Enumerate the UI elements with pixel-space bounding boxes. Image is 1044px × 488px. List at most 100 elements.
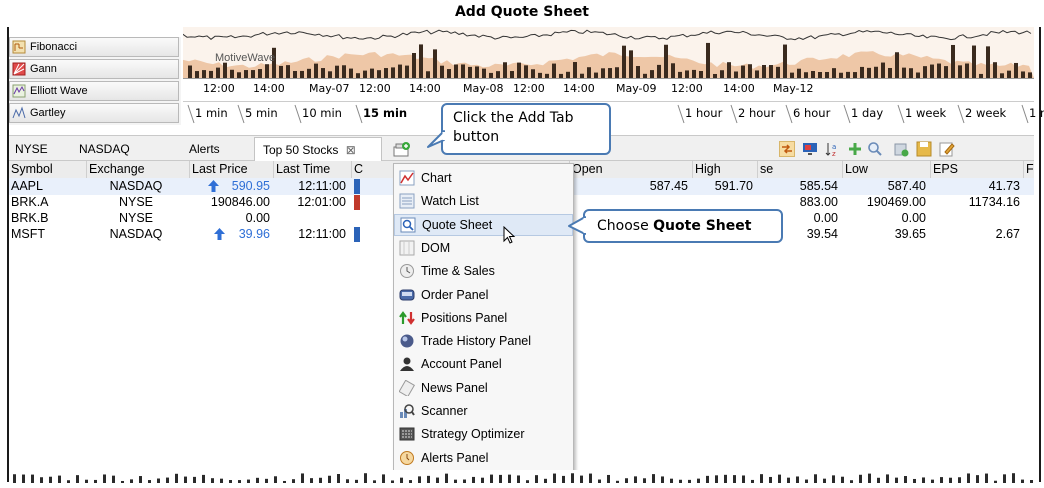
chart-watermark: MotiveWave: [215, 52, 276, 64]
bottom-bar: [940, 477, 943, 483]
study-item-gann[interactable]: Gann: [9, 59, 179, 79]
menu-item-order-panel[interactable]: Order Panel: [394, 284, 573, 306]
save-icon[interactable]: [916, 141, 932, 157]
timeframe-10-min[interactable]: 10 min: [302, 106, 342, 120]
menu-item-scanner[interactable]: Scanner: [394, 400, 573, 422]
menu-item-news-panel[interactable]: News Panel: [394, 377, 573, 399]
tab-nyse[interactable]: NYSE: [15, 142, 48, 156]
bottom-bar: [634, 476, 637, 483]
bottom-bar: [310, 478, 313, 483]
volume-bar: [482, 68, 486, 78]
volume-bar: [188, 65, 192, 78]
search-icon[interactable]: [867, 141, 883, 157]
mouse-cursor-icon: [503, 226, 516, 244]
volume-bar: [265, 64, 269, 78]
timeframe-1-min[interactable]: 1 min: [195, 106, 228, 120]
column-header[interactable]: Symbol: [11, 162, 53, 176]
volume-bar: [412, 52, 416, 78]
column-divider: [351, 161, 352, 178]
sort-icon[interactable]: az: [824, 141, 840, 158]
dom-icon: [399, 240, 415, 256]
study-item-fibonacci[interactable]: Fibonacci: [9, 37, 179, 57]
edit-icon[interactable]: [939, 141, 955, 157]
volume-bar: [384, 68, 388, 78]
menu-item-account-panel[interactable]: Account Panel: [394, 353, 573, 375]
menu-item-trade-history-panel[interactable]: Trade History Panel: [394, 330, 573, 352]
menu-item-positions-panel[interactable]: Positions Panel: [394, 307, 573, 329]
bottom-bar: [319, 477, 322, 483]
timeframe-2-hour[interactable]: 2 hour: [738, 106, 775, 120]
volume-bar: [944, 66, 948, 78]
menu-item-chart[interactable]: Chart: [394, 167, 573, 189]
tab-alerts[interactable]: Alerts: [189, 142, 220, 156]
menu-item-alerts-panel[interactable]: Alerts Panel: [394, 447, 573, 469]
column-header[interactable]: Low: [845, 162, 868, 176]
callout-choose-bold: Quote Sheet: [653, 218, 752, 234]
column-header[interactable]: High: [695, 162, 721, 176]
menu-item-strategy-optimizer[interactable]: Strategy Optimizer: [394, 423, 573, 445]
volume-bar: [468, 66, 472, 78]
timeframe-separator: [294, 104, 302, 124]
timeframe-1-hour[interactable]: 1 hour: [685, 106, 722, 120]
menu-item-label: News Panel: [421, 380, 488, 395]
mini-chart[interactable]: MotiveWave: [183, 27, 1034, 78]
callout-add-tab-line1: Click the Add Tab: [453, 110, 574, 126]
callout-add-tab-line2: button: [453, 129, 500, 145]
time-axis-label: 14:00: [409, 82, 441, 95]
column-header[interactable]: EPS: [933, 162, 958, 176]
timeframe-6-hour[interactable]: 6 hour: [793, 106, 830, 120]
column-header[interactable]: F: [1026, 162, 1034, 176]
column-header[interactable]: Last Time: [276, 162, 330, 176]
study-item-gartley[interactable]: Gartley: [9, 103, 179, 123]
bottom-bar: [769, 476, 772, 483]
volume-bar: [930, 64, 934, 78]
callout-add-tab: Click the Add Tab button: [441, 103, 611, 155]
timeframe-1-day[interactable]: 1 day: [851, 106, 883, 120]
tab-top-50-stocks[interactable]: Top 50 Stocks ⊠: [254, 137, 382, 161]
timeframe-2-week[interactable]: 2 week: [965, 106, 1006, 120]
column-header[interactable]: Exchange: [89, 162, 145, 176]
bottom-bar: [625, 478, 628, 483]
volume-bar: [510, 71, 514, 78]
column-header[interactable]: Last Price: [192, 162, 248, 176]
timeframe-1-mont[interactable]: 1 mont: [1029, 106, 1044, 120]
volume-bar: [419, 44, 423, 78]
bottom-bar: [841, 476, 844, 483]
cell-symbol: AAPL: [11, 179, 43, 193]
remove-icon[interactable]: [893, 141, 909, 157]
volume-bar: [706, 42, 710, 78]
study-item-elliott-wave[interactable]: Elliott Wave: [9, 81, 179, 101]
column-header[interactable]: se: [760, 162, 773, 176]
bottom-bar: [346, 479, 349, 483]
volume-bar: [671, 63, 675, 78]
link-icon[interactable]: [779, 141, 795, 157]
timeframe-15-min[interactable]: 15 min: [363, 106, 407, 120]
time-axis-label: 14:00: [563, 82, 595, 95]
add-symbol-icon[interactable]: [847, 141, 863, 157]
volume-bar: [433, 49, 437, 78]
tab-nasdaq[interactable]: NASDAQ: [79, 142, 130, 156]
bottom-bar: [931, 479, 934, 483]
menu-item-time-sales[interactable]: Time & Sales: [394, 260, 573, 282]
svg-text:z: z: [832, 150, 836, 157]
column-header[interactable]: C: [354, 162, 363, 176]
cell-last-time: 12:11:00: [298, 227, 346, 241]
study-label: Gartley: [30, 107, 66, 119]
close-tab-icon[interactable]: ⊠: [346, 143, 356, 157]
menu-item-label: Account Panel: [421, 357, 502, 372]
volume-bar: [909, 68, 913, 78]
add-tab-icon[interactable]: [393, 141, 410, 157]
volume-bar: [755, 70, 759, 78]
volume-bar: [258, 69, 262, 78]
timeframe-5-min[interactable]: 5 min: [245, 106, 278, 120]
menu-item-watch-list[interactable]: Watch List: [394, 190, 573, 212]
watch-list-icon: [399, 193, 415, 209]
menu-item-dom[interactable]: DOM: [394, 237, 573, 259]
bottom-bar: [481, 477, 484, 483]
menu-item-quote-sheet[interactable]: Quote Sheet: [394, 213, 573, 236]
timeframe-1-week[interactable]: 1 week: [905, 106, 946, 120]
order-panel-icon: [399, 287, 415, 303]
column-header[interactable]: Open: [572, 162, 603, 176]
bottom-bar: [661, 476, 664, 483]
display-icon[interactable]: [802, 141, 818, 157]
